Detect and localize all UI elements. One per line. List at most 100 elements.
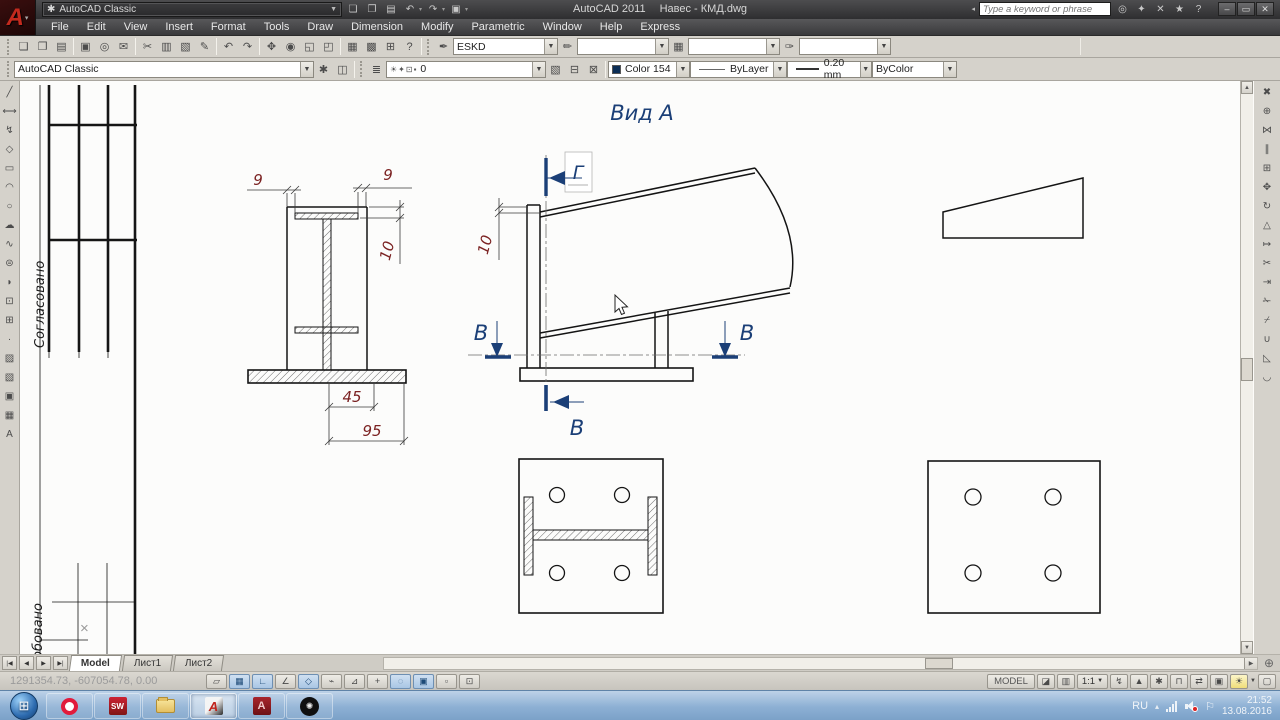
polygon-icon[interactable]: ◇ <box>1 140 19 159</box>
redo-icon[interactable]: ↷ <box>425 2 441 17</box>
pan-compass-icon[interactable]: ⊕ <box>1260 656 1278 671</box>
toolbar-grip[interactable] <box>427 38 431 55</box>
toolbar-grip[interactable] <box>7 38 11 55</box>
menu-file[interactable]: File <box>42 19 78 36</box>
construction-line-icon[interactable]: ⟷ <box>1 102 19 121</box>
start-button[interactable]: ⊞ <box>10 691 38 720</box>
network-icon[interactable] <box>1166 700 1178 712</box>
open-icon[interactable]: ❐ <box>33 38 52 56</box>
new-icon[interactable]: ❏ <box>14 38 33 56</box>
zoom-previous-icon[interactable]: ◰ <box>319 38 338 56</box>
paste-icon[interactable]: ▧ <box>176 38 195 56</box>
chevron-down-icon[interactable]: ▾ <box>419 6 422 13</box>
rotate-icon[interactable]: ↻ <box>1258 197 1276 216</box>
autocad-logo-icon[interactable]: A ▾ <box>0 0 36 35</box>
search-input[interactable] <box>979 2 1111 16</box>
scale-icon[interactable]: △ <box>1258 216 1276 235</box>
arc-icon[interactable]: ◠ <box>1 178 19 197</box>
layer-previous-icon[interactable]: ⊟ <box>565 60 584 78</box>
mirror-icon[interactable]: ⋈ <box>1258 121 1276 140</box>
action-center-flag-icon[interactable]: ⚐ <box>1205 700 1215 713</box>
chevron-down-icon[interactable]: ▾ <box>442 6 445 13</box>
plot-preview-icon[interactable]: ◎ <box>95 38 114 56</box>
grid-toggle[interactable]: ▦ <box>229 673 250 689</box>
hatch-icon[interactable]: ▨ <box>1 349 19 368</box>
taskbar-opera[interactable] <box>46 693 93 719</box>
ortho-toggle[interactable]: ∟ <box>252 673 273 689</box>
mleader-style-dropdown[interactable]: ▼ <box>799 38 891 55</box>
mtext-icon[interactable]: A <box>1 425 19 444</box>
ellipse-arc-icon[interactable]: ◗ <box>1 273 19 292</box>
quick-view-layouts-icon[interactable]: ◪ <box>1036 673 1055 689</box>
close-button[interactable]: ✕ <box>1256 2 1274 16</box>
hidden-icons-arrow[interactable]: ▴ <box>1155 702 1159 711</box>
copy-icon[interactable]: ⊕ <box>1258 102 1276 121</box>
drawing-canvas[interactable]: Согласовано обовано × Вид А 9 9 10 45 95… <box>20 81 1240 654</box>
extend-icon[interactable]: ⇥ <box>1258 273 1276 292</box>
text-style-dropdown[interactable]: ESKD ▼ <box>453 38 558 55</box>
menu-window[interactable]: Window <box>534 19 591 36</box>
layer-properties-icon[interactable]: ≣ <box>367 60 386 78</box>
prev-tab-button[interactable]: ◀ <box>19 656 34 670</box>
quickcalc-icon[interactable]: ⊞ <box>381 38 400 56</box>
first-tab-button[interactable]: |◀ <box>2 656 17 670</box>
annotation-scale-button[interactable]: 1:1 ▼ <box>1076 673 1109 689</box>
workspaces-dropdown[interactable]: AutoCAD Classic ▼ <box>14 60 314 78</box>
vertical-scrollbar[interactable]: ▲ ▼ <box>1240 81 1253 654</box>
plot-icon[interactable]: ▣ <box>76 38 95 56</box>
point-icon[interactable]: · <box>1 330 19 349</box>
publish-icon[interactable]: ✉ <box>114 38 133 56</box>
scroll-down-button[interactable]: ▼ <box>1241 641 1253 654</box>
sc-toggle[interactable]: ⊡ <box>459 673 480 689</box>
save-icon[interactable]: ▤ <box>52 38 71 56</box>
autoscale-icon[interactable]: ▲ <box>1130 673 1149 689</box>
menu-help[interactable]: Help <box>591 19 632 36</box>
table-style-dropdown[interactable]: ▼ <box>688 38 780 55</box>
chamfer-icon[interactable]: ◺ <box>1258 349 1276 368</box>
taskbar-explorer[interactable] <box>142 693 189 719</box>
insert-block-icon[interactable]: ⊡ <box>1 292 19 311</box>
copy-icon[interactable]: ▥ <box>157 38 176 56</box>
toolbar-grip[interactable] <box>360 61 364 77</box>
revcloud-icon[interactable]: ☁ <box>1 216 19 235</box>
scroll-up-button[interactable]: ▲ <box>1241 81 1253 94</box>
clean-screen-button[interactable]: ▢ <box>1258 673 1276 689</box>
redo-icon[interactable]: ↷ <box>238 38 257 56</box>
text-style-icon[interactable]: ✒ <box>434 38 453 56</box>
designcenter-icon[interactable]: ▩ <box>362 38 381 56</box>
menu-parametric[interactable]: Parametric <box>462 19 533 36</box>
subscription-wrench-icon[interactable]: ✦ <box>1134 2 1149 16</box>
search-binoculars-icon[interactable]: ◎ <box>1115 2 1130 16</box>
osnap-toggle[interactable]: ◇ <box>298 673 319 689</box>
status-bulb-icon[interactable]: ☀ <box>1230 673 1249 689</box>
make-layer-current-icon[interactable]: ▧ <box>546 60 565 78</box>
help-icon[interactable]: ? <box>400 38 419 56</box>
lineweight-dropdown[interactable]: 0.20 mm ▼ <box>787 57 872 81</box>
workspace-save-icon[interactable]: ◫ <box>333 60 352 78</box>
pan-icon[interactable]: ✥ <box>262 38 281 56</box>
rectangle-icon[interactable]: ▭ <box>1 159 19 178</box>
lwt-toggle[interactable]: ◌ <box>390 673 411 689</box>
open-icon[interactable]: ❐ <box>364 2 380 17</box>
language-indicator[interactable]: RU <box>1132 700 1148 712</box>
circle-icon[interactable]: ○ <box>1 197 19 216</box>
taskbar-clock[interactable]: 21:52 13.08.2016 <box>1222 695 1276 717</box>
zoom-window-icon[interactable]: ◱ <box>300 38 319 56</box>
ducs-toggle[interactable]: ⊿ <box>344 673 365 689</box>
horizontal-scroll-thumb[interactable] <box>925 657 954 669</box>
properties-icon[interactable]: ▦ <box>343 38 362 56</box>
taskbar-acrobat[interactable]: A <box>238 693 285 719</box>
undo-icon[interactable]: ↶ <box>402 2 418 17</box>
table-style-icon[interactable]: ▦ <box>669 38 688 56</box>
menu-edit[interactable]: Edit <box>78 19 115 36</box>
array-icon[interactable]: ⊞ <box>1258 159 1276 178</box>
polar-toggle[interactable]: ∠ <box>275 673 296 689</box>
tpy-toggle[interactable]: ▣ <box>413 673 434 689</box>
dyn-toggle[interactable]: + <box>367 673 388 689</box>
plot-style-dropdown[interactable]: ByColor ▼ <box>872 60 957 78</box>
menu-express[interactable]: Express <box>631 19 689 36</box>
region-icon[interactable]: ▣ <box>1 387 19 406</box>
layer-dropdown[interactable]: ☀✦⊡▪ 0 ▼ <box>386 60 546 78</box>
status-menu-arrow-icon[interactable]: ▼ <box>1250 678 1256 684</box>
trim-icon[interactable]: ✂ <box>1258 254 1276 273</box>
